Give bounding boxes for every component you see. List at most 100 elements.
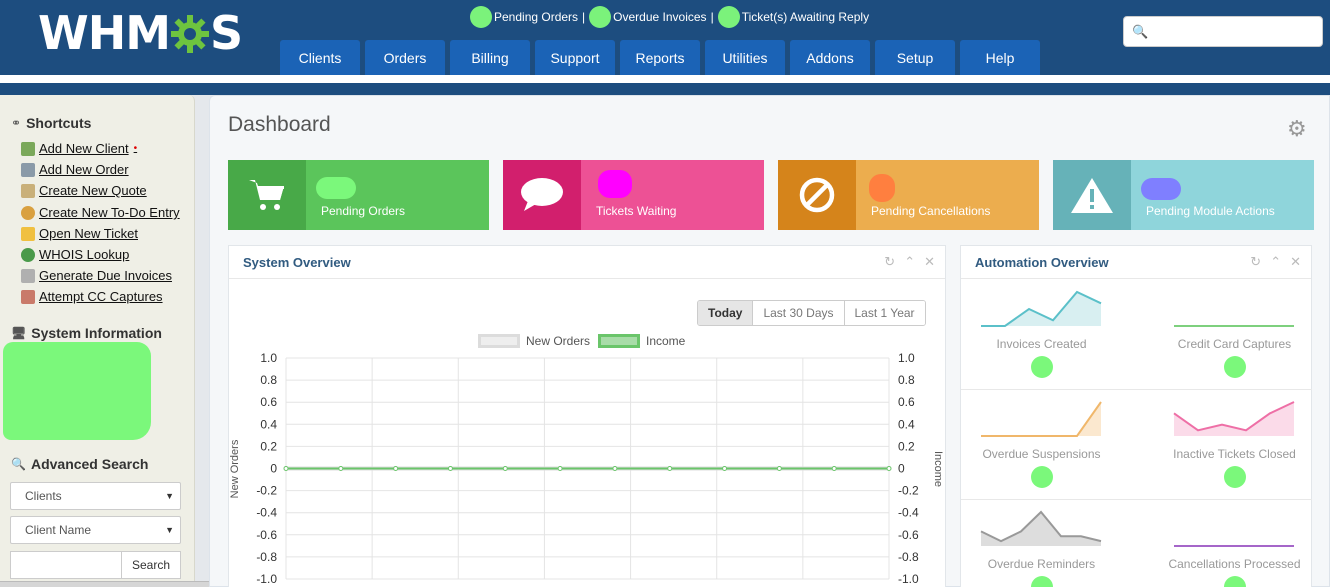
chart-tick-label-right: 0.8 (898, 373, 915, 387)
shortcut-open-new-ticket[interactable]: Open New Ticket (21, 226, 138, 241)
chart-data-point (612, 466, 618, 471)
search-field-select[interactable]: Client Name ▼ (10, 516, 181, 544)
advanced-search-button[interactable]: Search (121, 551, 181, 579)
advanced-search-input[interactable] (10, 551, 122, 579)
sparkline-area (981, 402, 1101, 436)
chart-tick-label-right: -0.6 (898, 528, 919, 542)
range-last-1-year[interactable]: Last 1 Year (844, 301, 925, 325)
collapse-icon[interactable]: ⌃ (904, 254, 915, 270)
shortcut-label: Add New Client (39, 141, 129, 156)
cart-icon (228, 160, 306, 230)
alert-pending-orders[interactable]: Pending Orders (494, 10, 578, 24)
shortcuts-title: Shortcuts (26, 115, 92, 131)
chart-tick-label-left: 0.6 (260, 395, 277, 409)
automation-stat-overdue-reminders: Overdue Reminders (953, 505, 1130, 587)
shortcut-whois-lookup[interactable]: WHOIS Lookup (21, 247, 129, 262)
nav-tab-help[interactable]: Help (960, 40, 1040, 75)
caret-down-icon: ▼ (165, 525, 174, 535)
chart-tick-label-left: -0.4 (256, 506, 277, 520)
tile-pending-module-actions[interactable]: Pending Module Actions (1053, 160, 1314, 230)
chart-y-label-right: Income (932, 451, 944, 487)
cc-icon (21, 289, 35, 304)
alert-overdue-invoices[interactable]: Overdue Invoices (613, 10, 706, 24)
main-nav: Clients Orders Billing Support Reports U… (280, 40, 1045, 75)
logo-suffix: S (210, 6, 243, 60)
system-info-heading: 🖥 System Information (11, 325, 162, 341)
shortcut-add-new-order[interactable]: Add New Order (21, 162, 129, 177)
global-search-input[interactable] (1150, 21, 1318, 43)
ticket-icon (21, 226, 35, 241)
chart-tick-label-right: 1.0 (898, 351, 915, 365)
panel-tools: ↻ ⌃ ✕ (875, 254, 935, 270)
chart-tick-label-left: -1.0 (256, 572, 277, 586)
nav-tab-support[interactable]: Support (535, 40, 615, 75)
nav-tab-reports[interactable]: Reports (620, 40, 700, 75)
header-alerts: Pending Orders | Overdue Invoices | Tick… (470, 6, 869, 28)
automation-row-divider (961, 389, 1312, 390)
shortcut-create-todo[interactable]: Create New To-Do Entry (21, 205, 180, 220)
logo-prefix: WHM (38, 6, 171, 60)
automation-stat-label: Invoices Created (996, 337, 1087, 351)
nav-tab-billing[interactable]: Billing (450, 40, 530, 75)
nav-tab-addons[interactable]: Addons (790, 40, 870, 75)
search-type-select[interactable]: Clients ▼ (10, 482, 181, 510)
shortcut-generate-invoices[interactable]: Generate Due Invoices (21, 268, 172, 283)
shortcut-add-new-client[interactable]: Add New Client • (21, 141, 137, 156)
shortcut-label: Create New To-Do Entry (39, 205, 180, 220)
sparkline-area (1174, 402, 1294, 436)
whmcs-logo[interactable]: WHM S (38, 6, 243, 60)
quote-icon (21, 183, 35, 198)
chart-data-point (831, 466, 837, 471)
nav-tab-clients[interactable]: Clients (280, 40, 360, 75)
tile-pending-cancellations[interactable]: Pending Cancellations (778, 160, 1039, 230)
refresh-icon[interactable]: ↻ (884, 254, 895, 270)
new-indicator: • (133, 143, 138, 154)
tile-body: Pending Cancellations (856, 160, 1039, 230)
time-range-selector: Today Last 30 Days Last 1 Year (697, 300, 926, 326)
gear-icon[interactable]: ⚙ (1287, 116, 1307, 142)
automation-stat-label: Overdue Suspensions (982, 447, 1101, 461)
chart-data-point (502, 466, 508, 471)
chart-data-point (283, 466, 289, 471)
chart-tick-label-right: 0.4 (898, 417, 915, 431)
alert-separator: | (582, 10, 586, 24)
chart-data-point (722, 466, 728, 471)
shortcuts-heading: ⚭ Shortcuts (11, 115, 91, 131)
shortcut-create-new-quote[interactable]: Create New Quote (21, 183, 147, 198)
alert-count-badge (470, 6, 492, 28)
refresh-icon[interactable]: ↻ (1250, 254, 1261, 270)
nav-tab-utilities[interactable]: Utilities (705, 40, 785, 75)
tile-pending-orders[interactable]: Pending Orders (228, 160, 489, 230)
search-field-value: Client Name (25, 523, 92, 537)
close-icon[interactable]: ✕ (1290, 254, 1301, 270)
range-last-30-days[interactable]: Last 30 Days (753, 301, 845, 325)
alert-tickets-awaiting[interactable]: Ticket(s) Awaiting Reply (742, 10, 869, 24)
tile-body: Pending Module Actions (1131, 160, 1314, 230)
chart-tick-label-right: -1.0 (898, 572, 919, 586)
chat-bubble-icon (503, 160, 581, 230)
shortcut-attempt-cc[interactable]: Attempt CC Captures (21, 289, 163, 304)
chart-y-label-left: New Orders (229, 439, 241, 498)
chart-data-point (886, 466, 892, 471)
collapse-icon[interactable]: ⌃ (1270, 254, 1281, 270)
nav-tab-orders[interactable]: Orders (365, 40, 445, 75)
chart-data-point (393, 466, 399, 471)
nav-tab-setup[interactable]: Setup (875, 40, 955, 75)
automation-stat-count-badge (1224, 576, 1246, 587)
top-header: WHM S Pending Orders | Overdue Invoices … (0, 0, 1330, 75)
chart-tick-label-left: 0 (270, 462, 277, 476)
system-info-redacted (3, 342, 151, 440)
automation-stat-label: Overdue Reminders (987, 557, 1096, 571)
range-today[interactable]: Today (698, 301, 754, 325)
automation-overview-title: Automation Overview (975, 255, 1109, 270)
header-subbar (0, 83, 1330, 95)
sparkline (1174, 545, 1294, 547)
link-icon: ⚭ (11, 116, 22, 130)
close-icon[interactable]: ✕ (924, 254, 935, 270)
tile-tickets-waiting[interactable]: Tickets Waiting (503, 160, 764, 230)
shortcut-label: Generate Due Invoices (39, 268, 172, 283)
panel-tools: ↻ ⌃ ✕ (1241, 254, 1301, 270)
alert-separator: | (710, 10, 714, 24)
page-title: Dashboard (228, 113, 331, 136)
tile-label: Pending Module Actions (1146, 204, 1275, 218)
